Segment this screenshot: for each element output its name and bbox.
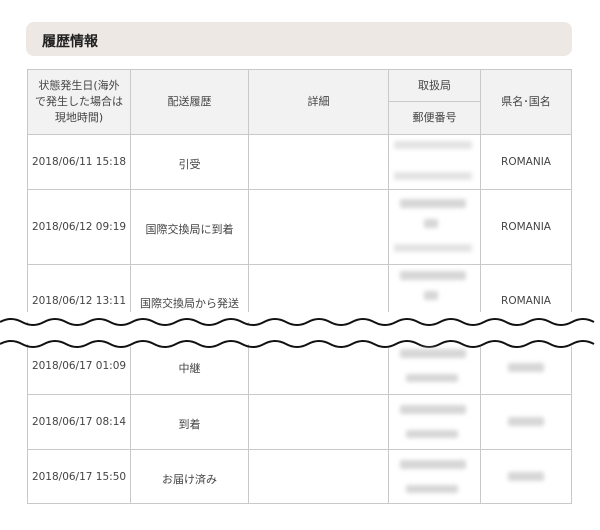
row-status: 到着 [178,418,201,431]
header-date-line: 現地時間) [54,111,104,124]
row-status: 中継 [178,362,201,375]
redacted-office [400,199,466,208]
redacted-region [508,472,544,481]
column-divider [388,69,389,504]
column-divider [480,69,481,504]
row-divider [27,264,572,265]
redacted-region [508,417,544,426]
section-title: 履歴情報 [42,34,98,50]
redacted-office [424,219,438,228]
row-divider [27,394,572,395]
redacted-office [400,405,466,414]
header-status: 配送履歴 [167,95,212,108]
row-date: 2018/06/17 08:14 [31,416,127,428]
row-date: 2018/06/17 15:50 [31,471,127,483]
redacted-region [508,363,544,372]
row-region: ROMANIA [501,295,551,307]
redacted-postal-code [394,172,472,180]
table-right-border [571,69,572,504]
row-status: お届け済み [162,473,217,486]
redacted-office [400,460,466,469]
column-divider [130,69,131,504]
header-detail: 詳細 [307,95,330,108]
row-region: ROMANIA [501,221,551,233]
header-region: 県名･国名 [501,95,551,108]
header-date-line: 状態発生日(海外 [38,79,120,92]
redacted-postal-code [394,244,472,252]
row-date: 2018/06/17 01:09 [31,360,127,372]
redacted-office [394,141,472,149]
section-header: 履歴情報 [26,22,572,56]
redacted-postal-code [406,374,458,382]
table-top-border [27,69,572,70]
row-region: ROMANIA [501,156,551,168]
header-bottom-border [27,134,572,135]
row-status: 引受 [178,158,201,171]
row-date: 2018/06/12 13:11 [31,295,127,307]
redacted-postal-code [406,430,458,438]
row-date: 2018/06/12 09:19 [31,221,127,233]
redacted-postal-code [406,485,458,493]
header-date: 状態発生日(海外 で発生した場合は 現地時間) [28,78,130,126]
row-date: 2018/06/11 15:18 [31,156,127,168]
table-break [0,312,600,348]
table-bottom-border [27,503,572,504]
column-divider [248,69,249,504]
row-status: 国際交換局から発送 [140,297,239,310]
row-divider [27,449,572,450]
redacted-office [424,291,438,300]
redacted-office [400,271,466,280]
row-divider [27,189,572,190]
table-left-border [27,69,28,504]
redacted-office [400,349,466,358]
header-date-line: で発生した場合は [35,95,123,108]
office-postal-divider [388,101,481,102]
row-status: 国際交換局に到着 [145,223,234,236]
header-office: 取扱局 [418,79,451,92]
header-postal-code: 郵便番号 [412,111,457,124]
